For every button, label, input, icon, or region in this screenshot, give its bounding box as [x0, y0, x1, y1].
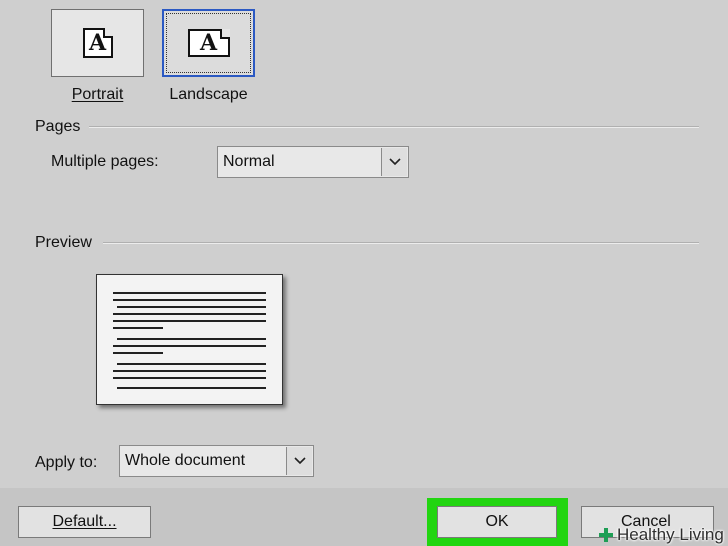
pages-divider — [89, 126, 699, 128]
multiple-pages-dropdown[interactable]: Normal — [217, 146, 409, 178]
healthy-living-watermark: Healthy Living — [598, 524, 724, 546]
portrait-option[interactable]: A — [51, 9, 144, 77]
pages-section-label: Pages — [35, 118, 81, 135]
preview-text-line — [113, 313, 266, 315]
default-button[interactable]: Default... — [18, 506, 151, 538]
preview-text-line — [113, 377, 266, 379]
apply-to-dropdown[interactable]: Whole document — [119, 445, 314, 477]
preview-text-line — [113, 345, 266, 347]
apply-to-label: Apply to: — [35, 454, 98, 471]
landscape-label: Landscape — [169, 86, 248, 103]
portrait-label: Portrait — [71, 86, 124, 103]
preview-text-line — [117, 363, 266, 365]
multiple-pages-value: Normal — [223, 153, 275, 170]
preview-text-line — [117, 387, 266, 389]
landscape-page-icon: A — [187, 29, 230, 57]
ok-button[interactable]: OK — [437, 506, 557, 538]
preview-text-line — [113, 292, 266, 294]
preview-text-line — [117, 306, 266, 308]
apply-to-value: Whole document — [125, 452, 246, 469]
preview-text-line — [113, 327, 163, 329]
preview-text-line — [113, 370, 266, 372]
plus-icon — [599, 528, 613, 542]
multiple-pages-label: Multiple pages: — [51, 153, 159, 170]
chevron-down-icon[interactable] — [286, 447, 312, 475]
landscape-option[interactable]: A — [162, 9, 255, 77]
portrait-page-icon: A — [82, 28, 113, 58]
preview-divider — [103, 242, 699, 244]
preview-text-line — [113, 352, 163, 354]
preview-page — [96, 274, 283, 405]
preview-text-line — [113, 299, 266, 301]
preview-section-label: Preview — [35, 234, 92, 251]
chevron-down-icon[interactable] — [381, 148, 407, 176]
preview-text-line — [117, 338, 266, 340]
preview-text-line — [113, 320, 266, 322]
